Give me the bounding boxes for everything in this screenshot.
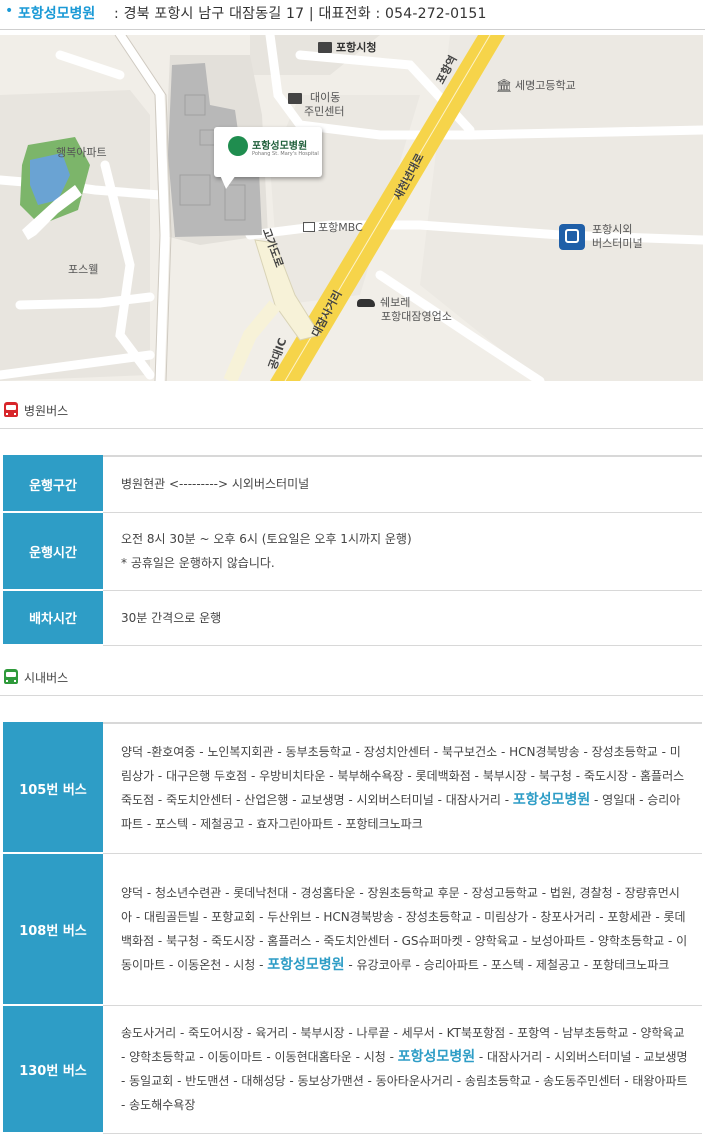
label-semyeong: 세명고등학교 [515, 79, 576, 92]
marker-sub: Pohang St. Mary's Hospital [252, 151, 319, 157]
label-daeidong-2: 주민센터 [304, 105, 345, 118]
stop-highlight: 포항성모병원 [512, 792, 591, 809]
city-bus-table: 105번 버스 양덕 -환호여중 - 노인복지회관 - 동부초등학교 - 장성치… [3, 722, 702, 1134]
label-terminal-2: 버스터미널 [592, 237, 643, 250]
stops-after: - 유강코아루 - 승리아파트 - 포스텍 - 제철공고 - 포항테크노파크 [344, 958, 670, 972]
hospital-bus-heading: 병원버스 [0, 398, 703, 429]
row-value: 오전 8시 30분 ~ 오후 6시 (토요일은 오후 1시까지 운행) * 공휴… [103, 512, 702, 591]
table-row: 105번 버스 양덕 -환호여중 - 노인복지회관 - 동부초등학교 - 장성치… [3, 722, 702, 854]
label-chevrolet-1: 쉐보레 [380, 296, 411, 309]
school-icon: 🏛 [496, 79, 513, 94]
community-center-icon [288, 93, 302, 104]
row-header: 운행시간 [3, 512, 103, 591]
city-hall-icon [318, 42, 332, 53]
label-city-hall: 포항시청 [336, 41, 377, 54]
hospital-name: 포항성모병원 [18, 6, 96, 22]
page-header: • 포항성모병원 : 경북 포항시 남구 대잠동길 17 | 대표전화 : 05… [0, 0, 705, 30]
marker-name: 포항성모병원 [252, 141, 308, 152]
city-bus-heading: 시내버스 [0, 665, 703, 696]
table-row: 운행구간 병원현관 <---------> 시외버스터미널 [3, 455, 702, 513]
hospital-address: : 경북 포항시 남구 대잠동길 17 | 대표전화 : 054-272-015… [114, 6, 487, 22]
table-row: 130번 버스 송도사거리 - 죽도어시장 - 육거리 - 북부시장 - 나루끝… [3, 1005, 702, 1134]
table-row: 108번 버스 양덕 - 청소년수련관 - 롯데낙천대 - 경성홈타운 - 장원… [3, 853, 702, 1006]
hospital-bus-title: 병원버스 [24, 404, 69, 418]
stop-highlight: 포항성모병원 [397, 1049, 476, 1065]
bullet-icon: • [5, 3, 14, 19]
bus-icon [4, 402, 18, 417]
route-header: 130번 버스 [3, 1005, 103, 1134]
divider [0, 695, 703, 696]
row-line: 오전 8시 30분 ~ 오후 6시 (토요일은 오후 1시까지 운행) [121, 532, 412, 546]
hospital-bus-table: 운행구간 병원현관 <---------> 시외버스터미널 운행시간 오전 8시… [3, 455, 702, 646]
hospital-logo-icon [228, 136, 248, 156]
city-bus-title: 시내버스 [24, 671, 69, 685]
label-chevrolet-2: 포항대잠영업소 [381, 310, 452, 323]
map-graphic [0, 35, 703, 381]
row-header: 배차시간 [3, 590, 103, 646]
marker-pointer [220, 175, 236, 189]
route-stops: 양덕 - 청소년수련관 - 롯데낙천대 - 경성홈타운 - 장원초등학교 후문 … [103, 853, 702, 1006]
label-mbc: 포항MBC [318, 221, 363, 234]
route-stops: 양덕 -환호여중 - 노인복지회관 - 동부초등학교 - 장성치안센터 - 북구… [103, 722, 702, 854]
row-header: 운행구간 [3, 455, 103, 513]
stop-highlight: 포항성모병원 [267, 957, 345, 973]
bus-terminal-icon [559, 224, 585, 250]
label-haengbok: 행복아파트 [56, 146, 107, 159]
route-header: 108번 버스 [3, 853, 103, 1006]
hospital-marker[interactable]: 포항성모병원 Pohang St. Mary's Hospital [214, 127, 322, 177]
bus-icon [4, 669, 18, 684]
row-value: 병원현관 <---------> 시외버스터미널 [103, 455, 702, 513]
label-daeidong-1: 대이동 [310, 91, 341, 104]
row-line: * 공휴일은 운행하지 않습니다. [121, 556, 275, 570]
divider [0, 428, 703, 429]
table-row: 배차시간 30분 간격으로 운행 [3, 590, 702, 646]
car-icon [357, 299, 375, 307]
tv-icon [303, 222, 315, 232]
row-value: 30분 간격으로 운행 [103, 590, 702, 646]
location-map[interactable]: 포항성모병원 Pohang St. Mary's Hospital 포항시청 대… [0, 35, 703, 381]
label-terminal-1: 포항시외 [592, 223, 633, 236]
table-row: 운행시간 오전 8시 30분 ~ 오후 6시 (토요일은 오후 1시까지 운행)… [3, 512, 702, 591]
label-posuwel: 포스웰 [68, 263, 99, 276]
route-header: 105번 버스 [3, 722, 103, 854]
route-stops: 송도사거리 - 죽도어시장 - 육거리 - 북부시장 - 나루끝 - 세무서 -… [103, 1005, 702, 1134]
